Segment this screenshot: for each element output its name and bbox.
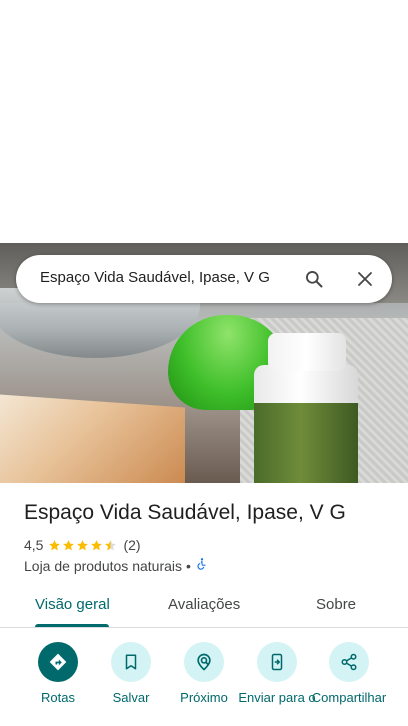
search-bar[interactable]: Espaço Vida Saudável, Ipase, V G: [16, 255, 392, 303]
separator-dot: •: [186, 557, 191, 574]
share-label: Compartilhar: [311, 690, 387, 705]
tab-bar: Visão geral Avaliações Sobre: [0, 592, 408, 628]
nearby-icon: [197, 653, 211, 671]
star-icon: [63, 539, 75, 550]
directions-button[interactable]: Rotas: [18, 642, 98, 704]
send-to-phone-button[interactable]: Enviar para o: [237, 642, 317, 704]
star-half-icon: [105, 539, 117, 550]
action-bar: Rotas Salvar Próximo Enviar para o Compa…: [0, 638, 408, 726]
place-category: Loja de produtos naturais: [24, 557, 182, 574]
bookmark-icon: [125, 654, 137, 670]
tab-reviews[interactable]: Avaliações: [168, 596, 240, 613]
search-query[interactable]: Espaço Vida Saudável, Ipase, V G: [40, 269, 270, 286]
rating-value: 4,5: [24, 537, 44, 553]
review-count[interactable]: (2): [123, 537, 140, 553]
wheelchair-icon: [195, 557, 209, 574]
place-title: Espaço Vida Saudável, Ipase, V G: [24, 501, 346, 524]
rating-row[interactable]: 4,5 (2): [24, 537, 141, 553]
star-icon: [49, 539, 61, 550]
tab-about[interactable]: Sobre: [316, 596, 356, 613]
tab-indicator: [35, 624, 109, 627]
star-rating: [48, 539, 118, 552]
tab-overview[interactable]: Visão geral: [35, 596, 110, 613]
send-to-phone-label: Enviar para o: [238, 690, 316, 705]
save-button[interactable]: Salvar: [91, 642, 171, 704]
send-to-phone-icon: [271, 653, 283, 671]
star-icon: [77, 539, 89, 550]
close-icon[interactable]: [353, 267, 377, 291]
share-button[interactable]: Compartilhar: [309, 642, 389, 704]
star-icon: [91, 539, 103, 550]
save-label: Salvar: [112, 690, 150, 705]
directions-label: Rotas: [41, 690, 75, 705]
nearby-label: Próximo: [180, 690, 228, 705]
blank-area: [0, 0, 408, 243]
category-row: Loja de produtos naturais •: [24, 557, 209, 574]
nearby-button[interactable]: Próximo: [164, 642, 244, 704]
search-icon[interactable]: [302, 267, 326, 291]
share-icon: [341, 653, 357, 671]
directions-icon: [49, 653, 67, 671]
